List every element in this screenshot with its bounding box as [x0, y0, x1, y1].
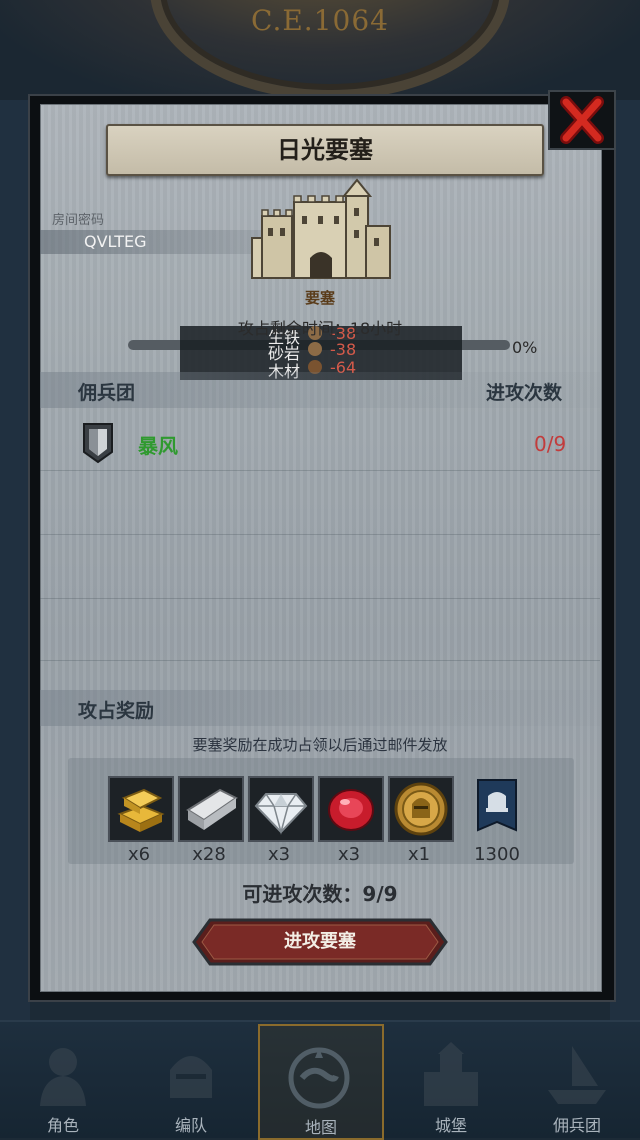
- fortress-castle-icon: [251, 178, 391, 279]
- sandstone-icon: [308, 342, 322, 356]
- diamond-icon: [254, 793, 308, 835]
- attempts-remaining: 可进攻次数：9/9: [242, 882, 398, 906]
- banner-icon: [477, 779, 517, 832]
- reward-item-diamond[interactable]: [248, 776, 314, 842]
- row-divider: [40, 534, 600, 535]
- nav-label: 编队: [174, 1116, 207, 1135]
- attack-button-label: 进攻要塞: [284, 931, 356, 952]
- capture-progress-percent: 0%: [512, 338, 538, 357]
- reward-item-iron[interactable]: [178, 776, 244, 842]
- guild-shield-icon: [83, 423, 113, 464]
- reward-count: x6: [127, 844, 151, 865]
- nav-item-formation[interactable]: 编队: [136, 1024, 246, 1136]
- reward-item-banner[interactable]: [476, 778, 518, 836]
- resource-value: -38: [330, 340, 357, 359]
- nav-item-map[interactable]: 地图: [258, 1024, 384, 1140]
- reward-count: x3: [337, 844, 361, 865]
- room-code-bar: [40, 230, 280, 254]
- nav-item-character[interactable]: 角色: [8, 1024, 118, 1136]
- knight-coin-icon: [394, 782, 448, 836]
- attack-fortress-button[interactable]: 进攻要塞: [192, 918, 448, 966]
- ruby-icon: [328, 789, 374, 831]
- row-divider: [40, 598, 600, 599]
- mercenary-ship-icon: [548, 1046, 606, 1104]
- reward-count: x1: [407, 844, 431, 865]
- nav-label: 角色: [46, 1116, 79, 1135]
- mercenary-header: 佣兵团: [78, 382, 136, 404]
- reward-item-medal[interactable]: [388, 776, 454, 842]
- reward-count: x3: [267, 844, 291, 865]
- nav-label: 佣兵团: [552, 1116, 601, 1135]
- reward-count: x28: [192, 844, 226, 865]
- row-divider: [40, 660, 600, 661]
- capture-time-remaining: 攻占剩余时间：18小时: [237, 319, 403, 338]
- reward-item-gold[interactable]: [108, 776, 174, 842]
- reward-count: 1300: [474, 844, 520, 865]
- reward-header: 攻占奖励: [78, 700, 155, 722]
- close-icon: [560, 96, 604, 144]
- room-code-label: 房间密码: [52, 213, 105, 228]
- helmet-icon: [170, 1056, 212, 1098]
- map-icon: [288, 1047, 350, 1109]
- nav-item-castle[interactable]: 城堡: [396, 1024, 506, 1136]
- nav-label: 城堡: [434, 1116, 467, 1135]
- mercenary-name[interactable]: 暴风: [138, 430, 178, 459]
- iron-bar-icon: [186, 788, 238, 830]
- resource-row: 砂岩 -38: [180, 340, 462, 363]
- fortress-type: 要塞: [304, 289, 335, 307]
- mercenary-attack-count: 0/9: [534, 432, 567, 456]
- row-divider: [40, 470, 600, 471]
- nav-label: 地图: [304, 1118, 337, 1137]
- castle-icon: [424, 1042, 478, 1106]
- attack-count-header: 进攻次数: [486, 382, 563, 404]
- top-banner-background: C.E.1064: [0, 0, 640, 100]
- reward-note: 要塞奖励在成功占领以后通过邮件发放: [192, 736, 448, 754]
- gold-bar-icon: [117, 788, 165, 832]
- nav-item-mercenary[interactable]: 佣兵团: [522, 1024, 632, 1136]
- close-button[interactable]: [548, 90, 616, 150]
- dialog-title: 日光要塞: [106, 124, 544, 176]
- room-code[interactable]: QVLTEG: [84, 232, 147, 251]
- era-year: C.E.1064: [251, 4, 389, 37]
- knight-icon: [40, 1048, 86, 1106]
- reward-item-ruby[interactable]: [318, 776, 384, 842]
